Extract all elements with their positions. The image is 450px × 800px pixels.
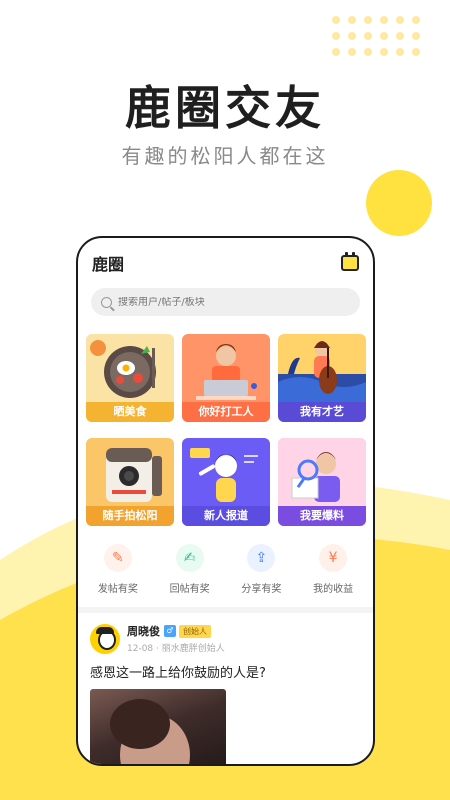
office-worker-illustration bbox=[196, 344, 257, 400]
category-card-worker[interactable]: 你好打工人 bbox=[182, 334, 270, 422]
search-input[interactable] bbox=[118, 296, 318, 308]
cello-player-illustration bbox=[278, 341, 366, 404]
action-post-reward[interactable]: ✎ 发帖有奖 bbox=[83, 544, 153, 595]
money-bag-icon: ¥ bbox=[319, 544, 348, 572]
reward-actions: ✎ 发帖有奖 ✍ 回帖有奖 ⇪ 分享有奖 ¥ 我的收益 bbox=[78, 526, 373, 595]
food-plate-illustration bbox=[90, 340, 156, 398]
post-card[interactable]: 周晓俊 ♂ 创始人 12-08 · 丽水鹿胖创始人 感恩这一路上给你鼓励的人是? bbox=[78, 613, 373, 764]
post-image[interactable] bbox=[90, 689, 226, 764]
card-label: 我要爆料 bbox=[278, 506, 366, 526]
search-icon bbox=[101, 296, 112, 308]
card-label: 随手拍松阳 bbox=[86, 506, 174, 526]
post-meta: 12-08 · 丽水鹿胖创始人 bbox=[127, 644, 225, 654]
action-my-earnings[interactable]: ¥ 我的收益 bbox=[298, 544, 368, 595]
action-label: 分享有奖 bbox=[241, 584, 282, 595]
category-card-talent[interactable]: 我有才艺 bbox=[278, 334, 366, 422]
action-share-reward[interactable]: ⇪ 分享有奖 bbox=[226, 544, 296, 595]
phone-frame: 鹿圈 晒美食 bbox=[76, 236, 375, 766]
card-label: 晒美食 bbox=[86, 402, 174, 422]
category-grid: 晒美食 你好打工人 我有才艺 随手拍松阳 新人报道 我要爆料 bbox=[78, 316, 373, 526]
camera-illustration bbox=[106, 448, 162, 502]
avatar[interactable] bbox=[90, 623, 120, 654]
decorative-circle bbox=[366, 170, 432, 236]
newcomer-illustration bbox=[190, 448, 258, 502]
reply-icon: ✍ bbox=[175, 544, 204, 572]
hero-title: 鹿圈交友 bbox=[125, 81, 325, 135]
action-reply-reward[interactable]: ✍ 回帖有奖 bbox=[155, 544, 225, 595]
magnifier-illustration bbox=[278, 438, 366, 508]
app-header: 鹿圈 bbox=[78, 238, 373, 276]
post-header: 周晓俊 ♂ 创始人 12-08 · 丽水鹿胖创始人 bbox=[90, 623, 361, 654]
search-bar[interactable] bbox=[91, 288, 360, 316]
action-label: 发帖有奖 bbox=[97, 584, 138, 595]
action-label: 回帖有奖 bbox=[169, 584, 210, 595]
edit-icon: ✎ bbox=[103, 544, 132, 572]
share-icon: ⇪ bbox=[247, 544, 276, 572]
card-label: 我有才艺 bbox=[278, 402, 366, 422]
decorative-dots bbox=[332, 16, 420, 56]
male-gender-icon: ♂ bbox=[164, 625, 176, 637]
card-label: 新人报道 bbox=[182, 506, 270, 526]
category-card-report[interactable]: 我要爆料 bbox=[278, 438, 366, 526]
post-username[interactable]: 周晓俊 bbox=[127, 623, 160, 639]
category-card-photo[interactable]: 随手拍松阳 bbox=[86, 438, 174, 526]
hero-subtitle: 有趣的松阳人都在这 bbox=[121, 144, 329, 168]
app-title: 鹿圈 bbox=[92, 255, 125, 274]
action-label: 我的收益 bbox=[313, 584, 354, 595]
calendar-icon[interactable] bbox=[341, 252, 359, 271]
role-badge: 创始人 bbox=[179, 624, 211, 638]
category-card-newcomer[interactable]: 新人报道 bbox=[182, 438, 270, 526]
category-card-food[interactable]: 晒美食 bbox=[86, 334, 174, 422]
post-text[interactable]: 感恩这一路上给你鼓励的人是? bbox=[90, 662, 361, 681]
card-label: 你好打工人 bbox=[182, 402, 270, 422]
